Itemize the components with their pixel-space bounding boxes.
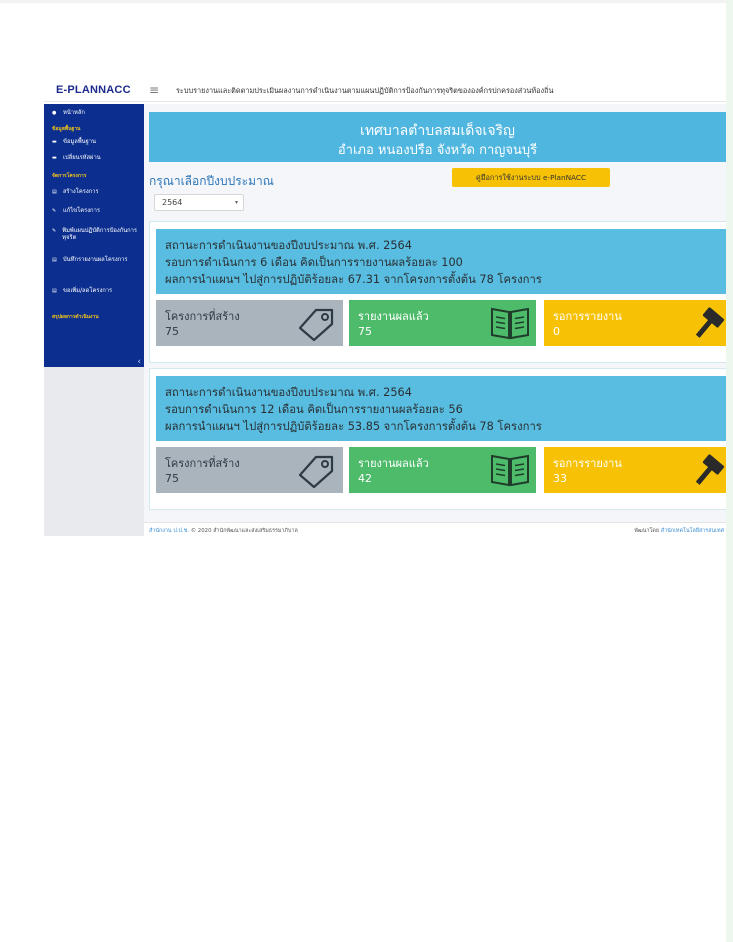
status-title: สถานะการดำเนินงานของปีงบประมาณ พ.ศ. 2564 (165, 386, 412, 399)
sidebar-item-print-plan[interactable]: ✎ พิมพ์แผนปฏิบัติการป้องกันการทุจริต (52, 228, 140, 242)
pencil-icon: ✎ (52, 208, 57, 214)
status-summary: สถานะการดำเนินงานของปีงบประมาณ พ.ศ. 2564… (156, 229, 726, 294)
organization-banner: เทศบาลตำบลสมเด็จเจริญ อำเภอ หนองปรือ จัง… (149, 112, 726, 162)
sidebar-item-label: สร้างโครงการ (63, 189, 99, 195)
brand-logo[interactable]: E-PLANNACC (56, 84, 131, 96)
chevron-down-icon: ▾ (234, 199, 238, 206)
sidebar-item-edit-project[interactable]: ✎ แก้ไขโครงการ (52, 208, 100, 215)
footer-developed-by: พัฒนาโดย (634, 528, 660, 534)
app-window: E-PLANNACC ≡ ระบบรายงานและติดตามประเมินผ… (44, 80, 726, 536)
top-header: E-PLANNACC ≡ ระบบรายงานและติดตามประเมินผ… (44, 80, 726, 102)
hamburger-menu-icon[interactable]: ≡ (149, 83, 159, 97)
fiscal-year-select[interactable]: 2564 ▾ (154, 194, 244, 211)
sidebar-item-label: ข้อมูลพื้นฐาน (63, 139, 97, 145)
sidebar-empty-area (44, 367, 144, 536)
status-result: ผลการนำแผนฯ ไปสู่การปฏิบัติร้อยละ 67.31 … (165, 273, 542, 286)
reported-projects-card[interactable]: รายงานผลแล้ว 42 (349, 447, 536, 493)
card-label: รายงานผลแล้ว (358, 457, 429, 470)
sidebar-item-label: เปลี่ยนรหัสผ่าน (63, 155, 101, 161)
sidebar-item-home[interactable]: ● หน้าหลัก (52, 110, 85, 117)
sidebar-item-label: ขอเพิ่ม/ลดโครงการ (63, 288, 113, 294)
user-manual-button[interactable]: คู่มือการใช้งานระบบ e-PlanNACC (452, 168, 610, 187)
card-value: 75 (165, 325, 179, 338)
status-round: รอบการดำเนินการ 6 เดือน คิดเป็นการรายงาน… (165, 256, 463, 269)
fiscal-year-label: กรุณาเลือกปีงบประมาณ (149, 174, 274, 188)
sidebar-item-label: หน้าหลัก (63, 110, 85, 116)
status-panel-6-month: สถานะการดำเนินงานของปีงบประมาณ พ.ศ. 2564… (149, 221, 726, 363)
card-label: รอการรายงาน (553, 310, 622, 323)
footer-left: สำนักงาน ป.ป.ช. © 2020 สำนักพัฒนาและส่งเ… (149, 527, 298, 535)
created-projects-card[interactable]: โครงการที่สร้าง 75 (156, 300, 343, 346)
card-value: 42 (358, 472, 372, 485)
sidebar-item-add-remove[interactable]: ▤ ขอเพิ่ม/ลดโครงการ (52, 288, 112, 295)
open-book-icon (491, 307, 529, 340)
footer-developer-link[interactable]: สำนักเทคโนโลยีสารสนเทศ (661, 528, 724, 534)
gavel-icon (695, 307, 725, 338)
card-value: 75 (358, 325, 372, 338)
sidebar-item-label: พิมพ์แผนปฏิบัติการป้องกันการทุจริต (62, 228, 138, 241)
status-summary: สถานะการดำเนินงานของปีงบประมาณ พ.ศ. 2564… (156, 376, 726, 441)
card-label: รายงานผลแล้ว (358, 310, 429, 323)
status-result: ผลการนำแผนฯ ไปสู่การปฏิบัติร้อยละ 53.85 … (165, 420, 542, 433)
dot-icon: ● (52, 110, 57, 116)
pending-projects-card[interactable]: รอการรายงาน 0 (544, 300, 726, 346)
document-icon: ▤ (52, 189, 57, 195)
card-icon: ▬ (52, 139, 57, 145)
status-round: รอบการดำเนินการ 12 เดือน คิดเป็นการรายงา… (165, 403, 463, 416)
right-edge-strip (726, 0, 733, 942)
header-title: ระบบรายงานและติดตามประเมินผลงานการดำเนิน… (176, 86, 554, 95)
created-projects-card[interactable]: โครงการที่สร้าง 75 (156, 447, 343, 493)
sidebar-item-change-password[interactable]: ▬ เปลี่ยนรหัสผ่าน (52, 155, 101, 162)
footer-right: พัฒนาโดย สำนักเทคโนโลยีสารสนเทศ (634, 527, 724, 535)
card-label: โครงการที่สร้าง (165, 457, 240, 470)
reported-projects-card[interactable]: รายงานผลแล้ว 75 (349, 300, 536, 346)
fiscal-year-value: 2564 (162, 198, 183, 207)
sidebar-item-basic-data[interactable]: ▬ ข้อมูลพื้นฐาน (52, 139, 96, 146)
sidebar-heading-summary: สรุปผลการดำเนินงาน (52, 314, 99, 320)
organization-location: อำเภอ หนองปรือ จังหวัด กาญจนบุรี (337, 143, 538, 158)
tag-icon (298, 308, 334, 342)
tag-icon (298, 455, 334, 489)
sidebar-heading-manage: จัดการโครงการ (52, 173, 87, 179)
sidebar-item-label: แก้ไขโครงการ (63, 208, 100, 214)
sidebar-item-record-report[interactable]: ▤ บันทึกรายงานผลโครงการ (52, 257, 140, 264)
card-label: รอการรายงาน (553, 457, 622, 470)
sidebar: ● หน้าหลัก ข้อมูลพื้นฐาน ▬ ข้อมูลพื้นฐาน… (44, 104, 144, 367)
sidebar-item-create-project[interactable]: ▤ สร้างโครงการ (52, 189, 99, 196)
footer: สำนักงาน ป.ป.ช. © 2020 สำนักพัฒนาและส่งเ… (144, 522, 726, 536)
status-title: สถานะการดำเนินงานของปีงบประมาณ พ.ศ. 2564 (165, 239, 412, 252)
status-panel-12-month: สถานะการดำเนินงานของปีงบประมาณ พ.ศ. 2564… (149, 368, 726, 510)
open-book-icon (491, 454, 529, 487)
pending-projects-card[interactable]: รอการรายงาน 33 (544, 447, 726, 493)
card-icon: ▬ (52, 155, 57, 161)
card-label: โครงการที่สร้าง (165, 310, 240, 323)
footer-copyright: © 2020 สำนักพัฒนาและส่งเสริมธรรมาภิบาล (190, 528, 298, 534)
main-content: เทศบาลตำบลสมเด็จเจริญ อำเภอ หนองปรือ จัง… (144, 104, 726, 524)
gavel-icon (695, 454, 725, 485)
top-edge (0, 0, 733, 3)
document-icon: ▤ (52, 288, 57, 294)
card-value: 0 (553, 325, 560, 338)
document-icon: ▤ (52, 257, 57, 263)
card-value: 33 (553, 472, 567, 485)
sidebar-heading-basic: ข้อมูลพื้นฐาน (52, 126, 81, 132)
card-value: 75 (165, 472, 179, 485)
sidebar-item-label: บันทึกรายงานผลโครงการ (63, 257, 128, 263)
footer-org-link[interactable]: สำนักงาน ป.ป.ช. (149, 528, 189, 534)
sidebar-collapse-icon[interactable]: ‹ (137, 357, 141, 367)
